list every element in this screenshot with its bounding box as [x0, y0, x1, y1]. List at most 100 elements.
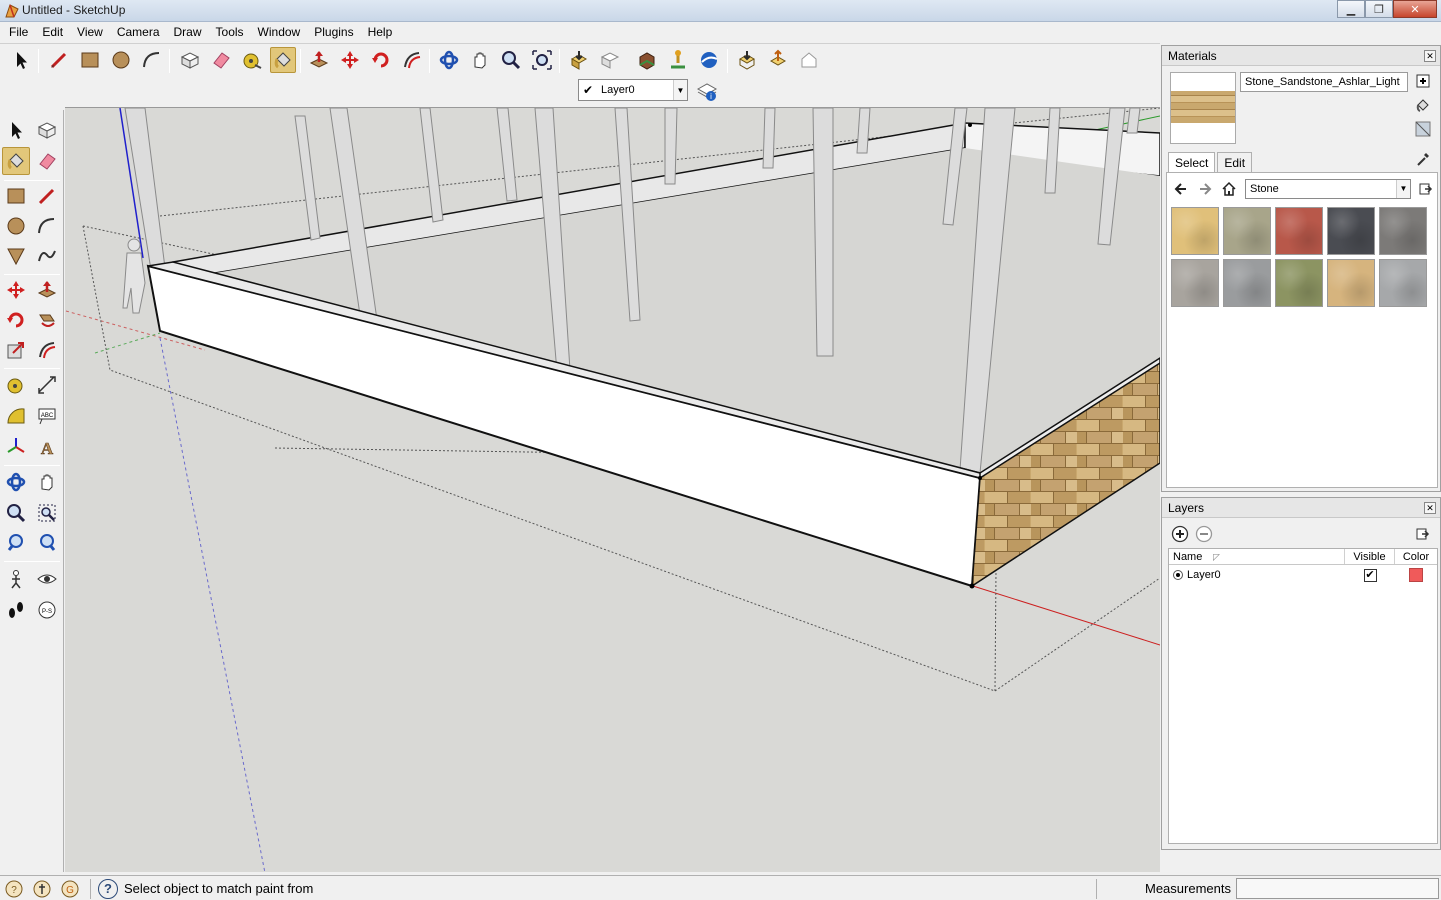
chevron-down-icon[interactable]: ▼ [673, 80, 687, 100]
text-label-icon[interactable]: ABC [33, 402, 61, 430]
rotate-tool-icon[interactable] [368, 47, 394, 73]
layers-close-button[interactable]: ✕ [1424, 502, 1436, 514]
select-arrow-icon[interactable] [2, 116, 30, 144]
zoom-tool-icon[interactable] [498, 47, 524, 73]
material-swatch[interactable] [1223, 207, 1271, 255]
previous-view-icon[interactable] [2, 529, 30, 557]
material-name-field[interactable]: Stone_Sandstone_Ashlar_Light [1240, 72, 1408, 92]
paint-bucket-tool-icon[interactable] [2, 147, 30, 175]
menu-plugins[interactable]: Plugins [307, 22, 360, 42]
maximize-button[interactable]: ❐ [1365, 0, 1393, 18]
rectangle-icon[interactable] [2, 182, 30, 210]
material-swatch[interactable] [1275, 259, 1323, 307]
layer-row[interactable]: Layer0 ✔ [1169, 565, 1437, 585]
sample-paint-eyedropper-icon[interactable] [1414, 150, 1432, 168]
materials-panel-header[interactable]: Materials ✕ [1162, 46, 1440, 66]
get-models-warehouse-icon[interactable] [734, 47, 760, 73]
line-icon[interactable] [33, 182, 61, 210]
material-swatch[interactable] [1223, 259, 1271, 307]
active-layer-radio[interactable] [1173, 570, 1183, 580]
material-swatch[interactable] [1379, 259, 1427, 307]
push-pull-tool-icon[interactable] [33, 276, 61, 304]
tab-select[interactable]: Select [1168, 152, 1216, 172]
eraser-icon[interactable] [33, 147, 61, 175]
column-visible[interactable]: Visible [1345, 549, 1395, 564]
rotate-icon[interactable] [2, 306, 30, 334]
zoom-extents-tool-icon[interactable] [33, 529, 61, 557]
circle-tool-icon[interactable] [108, 47, 134, 73]
menu-tools[interactable]: Tools [209, 22, 251, 42]
pan-tool-icon[interactable] [467, 47, 493, 73]
polygon-icon[interactable] [2, 242, 30, 270]
zoom-window-icon[interactable] [33, 499, 61, 527]
upload-component-icon[interactable] [765, 47, 791, 73]
menu-view[interactable]: View [70, 22, 110, 42]
offset-tool-icon[interactable] [399, 47, 425, 73]
look-around-icon[interactable] [33, 565, 61, 593]
menu-edit[interactable]: Edit [35, 22, 70, 42]
column-color[interactable]: Color [1395, 549, 1437, 564]
details-arrow-icon[interactable] [1415, 179, 1435, 199]
section-plane-icon[interactable]: P-S [33, 596, 61, 624]
zoom-icon[interactable] [2, 499, 30, 527]
extension-warehouse-icon[interactable] [796, 47, 822, 73]
tape-measure-tool-icon[interactable] [2, 371, 30, 399]
material-swatch[interactable] [1327, 259, 1375, 307]
credits-icon[interactable] [32, 879, 52, 899]
dimension-icon[interactable] [33, 371, 61, 399]
rectangle-tool-icon[interactable] [77, 47, 103, 73]
display-secondary-pane-icon[interactable] [1414, 120, 1432, 138]
line-tool-icon[interactable] [46, 47, 72, 73]
close-button[interactable]: ✕ [1393, 0, 1437, 18]
layer-color-swatch[interactable] [1409, 568, 1423, 582]
home-icon[interactable] [1219, 179, 1239, 199]
select-tool-icon[interactable] [8, 47, 34, 73]
tape-measure-icon[interactable] [239, 47, 265, 73]
material-collection-dropdown[interactable]: Stone ▼ [1245, 179, 1411, 199]
instructor-help-icon[interactable]: ? [98, 879, 118, 899]
tab-edit[interactable]: Edit [1217, 152, 1253, 172]
layer-visible-checkbox[interactable]: ✔ [1363, 568, 1377, 582]
walk-icon[interactable] [2, 596, 30, 624]
column-name[interactable]: Name ◸ [1169, 549, 1345, 564]
3d-text-icon[interactable]: A [33, 433, 61, 461]
get-photo-texture-icon[interactable] [634, 47, 660, 73]
material-swatch[interactable] [1327, 207, 1375, 255]
freehand-icon[interactable] [33, 242, 61, 270]
get-models-icon[interactable] [566, 47, 592, 73]
material-swatch[interactable] [1379, 207, 1427, 255]
minimize-button[interactable]: ▁ [1337, 0, 1365, 18]
create-material-icon[interactable] [1414, 72, 1432, 90]
push-pull-icon[interactable] [306, 47, 332, 73]
zoom-extents-icon[interactable] [529, 47, 555, 73]
move-tool-icon[interactable] [337, 47, 363, 73]
drawing-viewport[interactable] [65, 107, 1160, 872]
layers-panel-header[interactable]: Layers ✕ [1162, 498, 1440, 518]
menu-file[interactable]: File [2, 22, 35, 42]
materials-close-button[interactable]: ✕ [1424, 50, 1436, 62]
circle-icon[interactable] [2, 212, 30, 240]
protractor-icon[interactable] [2, 402, 30, 430]
default-paint-icon[interactable] [1414, 96, 1432, 114]
sketchup-app-icon[interactable] [4, 3, 20, 19]
position-camera-icon[interactable] [2, 565, 30, 593]
delete-layer-icon[interactable] [1194, 524, 1214, 544]
layer-details-icon[interactable] [1412, 524, 1432, 544]
component-icon[interactable] [33, 116, 61, 144]
menu-camera[interactable]: Camera [110, 22, 167, 42]
measurements-input[interactable] [1236, 878, 1439, 899]
orbit-icon[interactable] [2, 468, 30, 496]
layer-name[interactable]: Layer0 [1187, 569, 1221, 581]
menu-window[interactable]: Window [251, 22, 308, 42]
eraser-tool-icon[interactable] [208, 47, 234, 73]
current-layer-dropdown[interactable]: ✔ Layer0 ▼ [578, 79, 688, 101]
share-model-icon[interactable] [597, 47, 623, 73]
material-swatch[interactable] [1275, 207, 1323, 255]
pan-icon[interactable] [33, 468, 61, 496]
menu-help[interactable]: Help [361, 22, 400, 42]
google-earth-icon[interactable] [696, 47, 722, 73]
arc-tool-icon[interactable] [139, 47, 165, 73]
arc-icon[interactable] [33, 212, 61, 240]
geo-location-icon[interactable]: ? [4, 879, 24, 899]
paint-bucket-icon[interactable] [270, 47, 296, 73]
